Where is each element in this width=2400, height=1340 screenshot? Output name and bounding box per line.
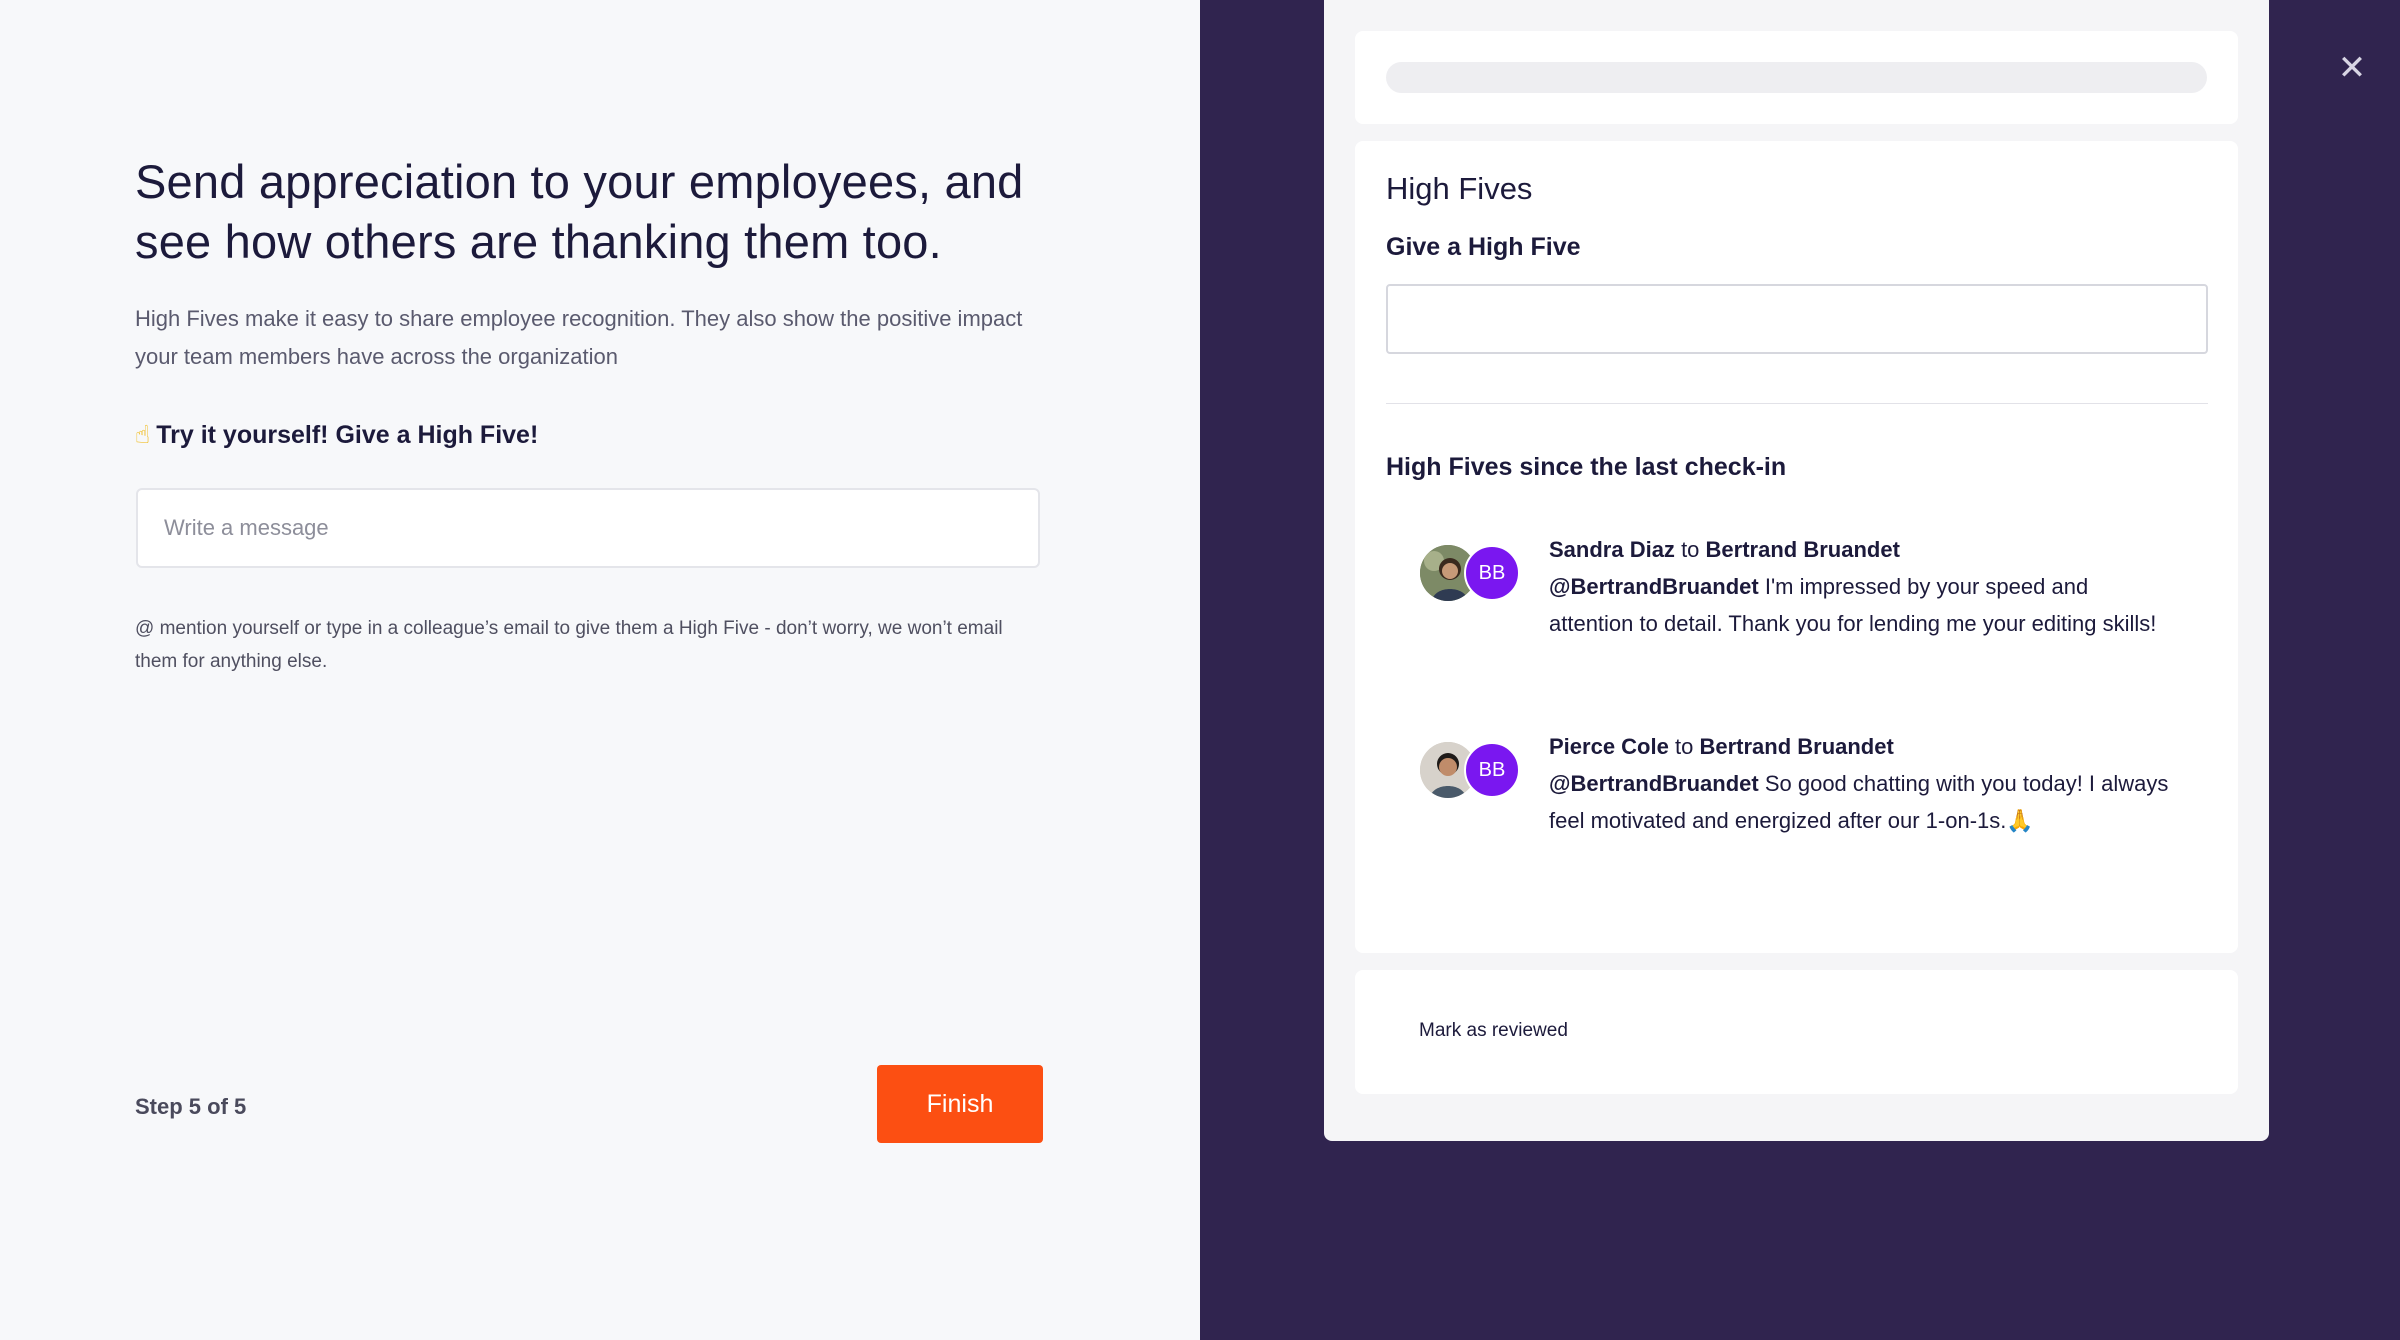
- avatar-group: BB: [1420, 738, 1530, 798]
- loading-skeleton-bar: [1386, 62, 2207, 93]
- try-it-heading: ☝ Try it yourself! Give a High Five!: [135, 420, 538, 450]
- intro-description: High Fives make it easy to share employe…: [135, 306, 1023, 369]
- pointing-finger-icon: ☝: [135, 420, 151, 449]
- close-icon[interactable]: ✕: [2336, 51, 2368, 85]
- high-fives-title: High Fives: [1386, 171, 1533, 206]
- give-high-five-input[interactable]: [1386, 284, 2208, 354]
- to-word: to: [1681, 537, 1700, 562]
- avatar: BB: [1464, 545, 1520, 601]
- finish-button[interactable]: Finish: [877, 1065, 1043, 1143]
- high-five-message: Sandra Diaz to Bertrand Bruandet @Bertra…: [1549, 531, 2169, 642]
- mention: @BertrandBruandet: [1549, 771, 1759, 796]
- since-last-checkin-title: High Fives since the last check-in: [1386, 453, 1787, 481]
- divider: [1386, 403, 2208, 404]
- high-five-message: Pierce Cole to Bertrand Bruandet @Bertra…: [1549, 728, 2169, 839]
- onboarding-panel: Send appreciation to your employees, and…: [0, 0, 1200, 1340]
- review-card: Mark as reviewed: [1355, 970, 2238, 1094]
- give-high-five-label: Give a High Five: [1386, 233, 1581, 261]
- page-title: Send appreciation to your employees, and…: [135, 155, 1024, 268]
- high-fives-card: High Fives Give a High Five High Fives s…: [1355, 141, 2238, 953]
- sender-name: Sandra Diaz: [1549, 537, 1675, 562]
- recipient-name: Bertrand Bruandet: [1705, 537, 1900, 562]
- sender-name: Pierce Cole: [1549, 734, 1669, 759]
- mark-as-reviewed-button[interactable]: Mark as reviewed: [1419, 1020, 1568, 1042]
- to-word: to: [1674, 734, 1694, 759]
- avatar-group: BB: [1420, 541, 1530, 601]
- step-indicator: Step 5 of 5: [135, 1094, 247, 1119]
- mention-hint: @ mention yourself or type in a colleagu…: [135, 618, 1003, 672]
- avatar: BB: [1464, 742, 1520, 798]
- try-it-label: Try it yourself! Give a High Five!: [156, 421, 539, 449]
- mention: @BertrandBruandet: [1549, 574, 1759, 599]
- skeleton-card: [1355, 31, 2238, 124]
- recipient-name: Bertrand Bruandet: [1699, 734, 1894, 759]
- message-input[interactable]: [136, 488, 1040, 568]
